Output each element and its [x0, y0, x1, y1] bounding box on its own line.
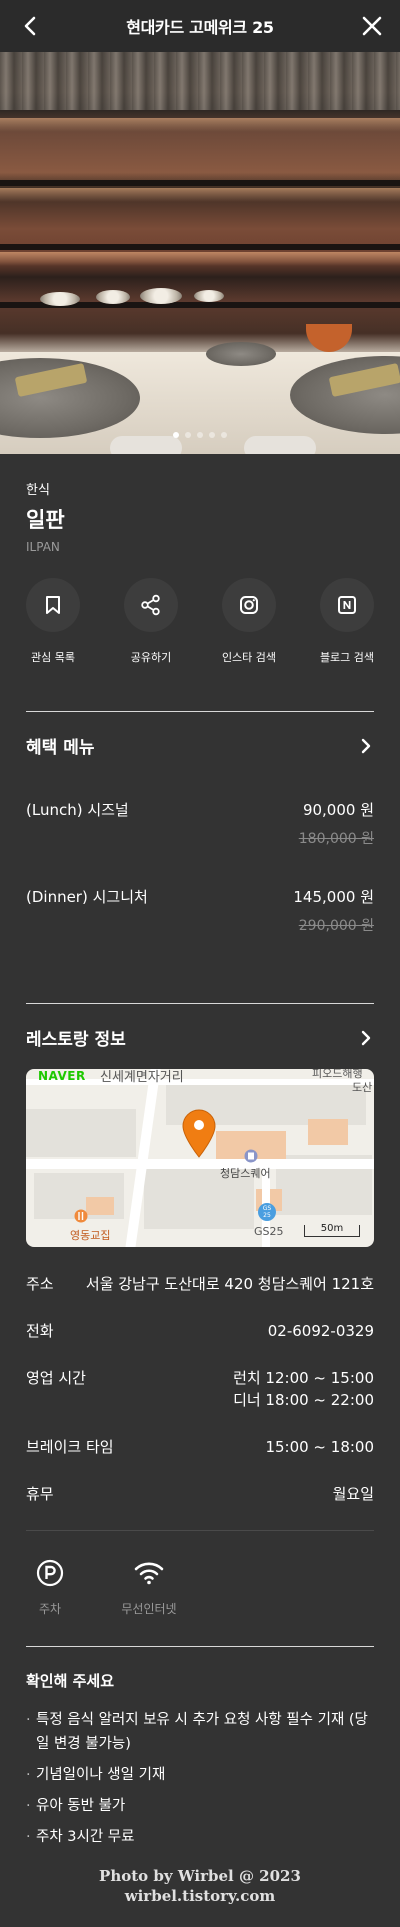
address-value[interactable]: 서울 강남구 도산대로 420 청담스퀘어 121호 [86, 1273, 374, 1295]
benefit-menu-title[interactable]: 혜택 메뉴 [26, 733, 94, 758]
share-button[interactable]: 공유하기 [105, 578, 197, 665]
blog-search-label: 블로그 검색 [319, 651, 375, 664]
restaurant-icon [74, 1209, 88, 1223]
share-label: 공유하기 [130, 651, 172, 664]
shelf [0, 244, 400, 250]
parking-icon [36, 1559, 64, 1587]
info-key-closed: 휴무 [26, 1485, 54, 1503]
carousel-dot[interactable] [185, 432, 191, 438]
restaurant-info-title[interactable]: 레스토랑 정보 [26, 1025, 126, 1050]
info-key-phone: 전화 [26, 1322, 54, 1340]
menu-item-name: (Dinner) 시그니처 [26, 888, 148, 906]
instagram-search-button[interactable]: 인스타 검색 [203, 578, 295, 665]
share-icon [141, 594, 160, 616]
top-bar: 현대카드 고메위크 25 [0, 0, 400, 52]
map-label: 영동교집 [70, 1229, 111, 1242]
plate [96, 290, 130, 304]
plate [194, 290, 224, 302]
menu-item-original-price: 180,000 원 [298, 831, 374, 847]
close-icon [362, 16, 382, 36]
business-hours: 런치 12:00 ~ 15:00 디너 18:00 ~ 22:00 [233, 1367, 374, 1411]
photo-watermark: Photo by Wirbel @ 2023 wirbel.tistory.co… [0, 1866, 400, 1906]
building-icon [244, 1149, 258, 1163]
carousel-dot[interactable] [221, 432, 227, 438]
shelf [0, 180, 400, 186]
notice-item: 기념일이나 생일 기재 [26, 1763, 376, 1787]
notice-title: 확인해 주세요 [26, 1672, 115, 1690]
info-key-hours: 영업 시간 [26, 1369, 86, 1387]
map-label: 도산 [352, 1081, 373, 1094]
bookmark-icon [46, 596, 60, 614]
plate [140, 288, 182, 304]
restaurant-category: 한식 [26, 483, 50, 498]
page-title: 현대카드 고메위크 25 [126, 18, 274, 37]
restaurant-name-en: ILPAN [26, 540, 60, 554]
seat [110, 436, 182, 454]
carousel-dot-active[interactable] [173, 432, 179, 438]
naver-map-logo: NAVER [38, 1069, 86, 1083]
counter-plate [206, 342, 276, 366]
notice-item: 유아 동반 불가 [26, 1794, 376, 1818]
instagram-icon [240, 596, 258, 614]
map-scale: 50m [304, 1224, 360, 1237]
seat [244, 436, 316, 454]
break-time-value: 15:00 ~ 18:00 [265, 1438, 374, 1456]
bookmark-label: 관심 목록 [31, 651, 75, 664]
location-pin-icon[interactable] [180, 1107, 218, 1159]
info-key-address: 주소 [26, 1275, 54, 1293]
watermark-line-2: wirbel.tistory.com [124, 1887, 276, 1905]
menu-item-name: (Lunch) 시즈널 [26, 801, 129, 819]
hero-image-carousel[interactable] [0, 52, 400, 454]
menu-item-price: 145,000 원 [293, 888, 374, 906]
restaurant-name: 일판 [26, 508, 65, 532]
watermark-line-1: Photo by Wirbel @ 2023 [99, 1867, 301, 1885]
menu-item-price: 90,000 원 [302, 801, 374, 819]
menu-item-original-price: 290,000 원 [298, 918, 374, 934]
location-map[interactable]: NAVER 신세계면자거리 피오드해행 도산 청담스퀘어 영동교집 GS 25 … [26, 1069, 374, 1247]
naver-blog-icon [338, 596, 356, 614]
section-divider [26, 1530, 374, 1531]
phone-value[interactable]: 02-6092-0329 [268, 1320, 374, 1342]
section-divider [26, 711, 374, 712]
close-button[interactable] [358, 12, 386, 40]
carousel-indicator [0, 432, 400, 438]
chevron-left-icon [24, 16, 36, 36]
blog-search-button[interactable]: 블로그 검색 [301, 578, 393, 665]
back-button[interactable] [16, 12, 44, 40]
amenity-label: 무선인터넷 [121, 1602, 177, 1616]
carousel-dot[interactable] [197, 432, 203, 438]
copper-bowl [306, 324, 352, 352]
map-label: 신세계면자거리 [100, 1070, 184, 1085]
notice-item: 주차 3시간 무료 [26, 1825, 376, 1849]
amenity-wifi: 무선인터넷 [109, 1556, 189, 1617]
notice-item: 특정 음식 알러지 보유 시 추가 요청 사항 필수 기재 (당일 변경 불가능… [26, 1708, 376, 1756]
lunch-hours: 런치 12:00 ~ 15:00 [233, 1369, 374, 1387]
section-divider [26, 1003, 374, 1004]
notice-list: 특정 음식 알러지 보유 시 추가 요청 사항 필수 기재 (당일 변경 불가능… [26, 1708, 376, 1856]
wifi-icon [134, 1562, 164, 1585]
map-label: GS25 [254, 1225, 284, 1238]
plate [40, 292, 80, 306]
gs25-badge: GS 25 [258, 1203, 276, 1221]
kitchen-hood [0, 52, 400, 110]
bookmark-button[interactable]: 관심 목록 [7, 578, 99, 665]
map-label: 청담스퀘어 [220, 1167, 271, 1180]
dinner-hours: 디너 18:00 ~ 22:00 [233, 1391, 374, 1409]
chevron-right-icon[interactable] [358, 1030, 374, 1046]
section-divider [26, 1646, 374, 1647]
carousel-dot[interactable] [209, 432, 215, 438]
chevron-right-icon[interactable] [358, 738, 374, 754]
amenity-parking: 주차 [10, 1556, 90, 1617]
amenity-label: 주차 [38, 1602, 62, 1616]
closed-day-value: 월요일 [332, 1485, 374, 1503]
instagram-search-label: 인스타 검색 [221, 651, 277, 664]
info-key-break-time: 브레이크 타임 [26, 1438, 114, 1456]
